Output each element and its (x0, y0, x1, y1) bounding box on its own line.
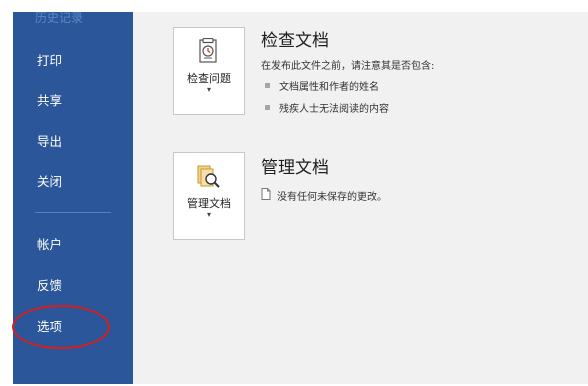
sidebar-divider (35, 212, 111, 213)
unsaved-changes-note: 没有任何未保存的更改。 (261, 188, 387, 203)
manage-document-button[interactable]: 管理文档 ▾ (173, 152, 245, 240)
sidebar-item-options[interactable]: 选项 (13, 310, 133, 340)
manage-title: 管理文档 (261, 158, 329, 178)
inspect-document-icon (196, 37, 222, 70)
chevron-down-icon: ▾ (206, 210, 211, 219)
manage-document-label: 管理文档 (187, 197, 231, 210)
sidebar-item-feedback[interactable]: 反馈 (13, 269, 133, 299)
sidebar-item-close[interactable]: 关闭 (13, 165, 133, 195)
inspect-problems-label: 检查问题 (187, 72, 231, 85)
backstage-sidebar: 历史记录 打印 共享 导出 关闭 帐户 反馈 选项 (13, 9, 133, 384)
sidebar-item-export[interactable]: 导出 (13, 125, 133, 155)
document-icon (261, 188, 271, 203)
sidebar-item-share[interactable]: 共享 (13, 84, 133, 114)
sidebar-item-account[interactable]: 帐户 (13, 228, 133, 258)
bullet-text: 残疾人士无法阅读的内容 (279, 104, 389, 115)
sidebar-item-print[interactable]: 打印 (13, 44, 133, 74)
sidebar-item-history[interactable]: 历史记录 (35, 9, 83, 26)
unsaved-changes-text: 没有任何未保存的更改。 (277, 192, 387, 203)
chevron-down-icon: ▾ (206, 85, 211, 94)
manage-document-icon (196, 163, 222, 195)
bullet-icon (265, 83, 270, 88)
inspect-subtitle: 在发布此文件之前，请注意其是否包含: (261, 61, 435, 72)
list-item: 文档属性和作者的姓名 (265, 78, 379, 93)
bullet-text: 文档属性和作者的姓名 (279, 82, 379, 93)
list-item: 残疾人士无法阅读的内容 (265, 100, 389, 115)
main-content: 检查问题 ▾ 检查文档 在发布此文件之前，请注意其是否包含: 文档属性和作者的姓… (133, 12, 588, 384)
backstage-view: 历史记录 打印 共享 导出 关闭 帐户 反馈 选项 检查问题 ▾ 检查文档 在发… (0, 0, 588, 386)
inspect-title: 检查文档 (261, 31, 329, 51)
bullet-icon (265, 105, 270, 110)
inspect-problems-button[interactable]: 检查问题 ▾ (173, 27, 245, 115)
